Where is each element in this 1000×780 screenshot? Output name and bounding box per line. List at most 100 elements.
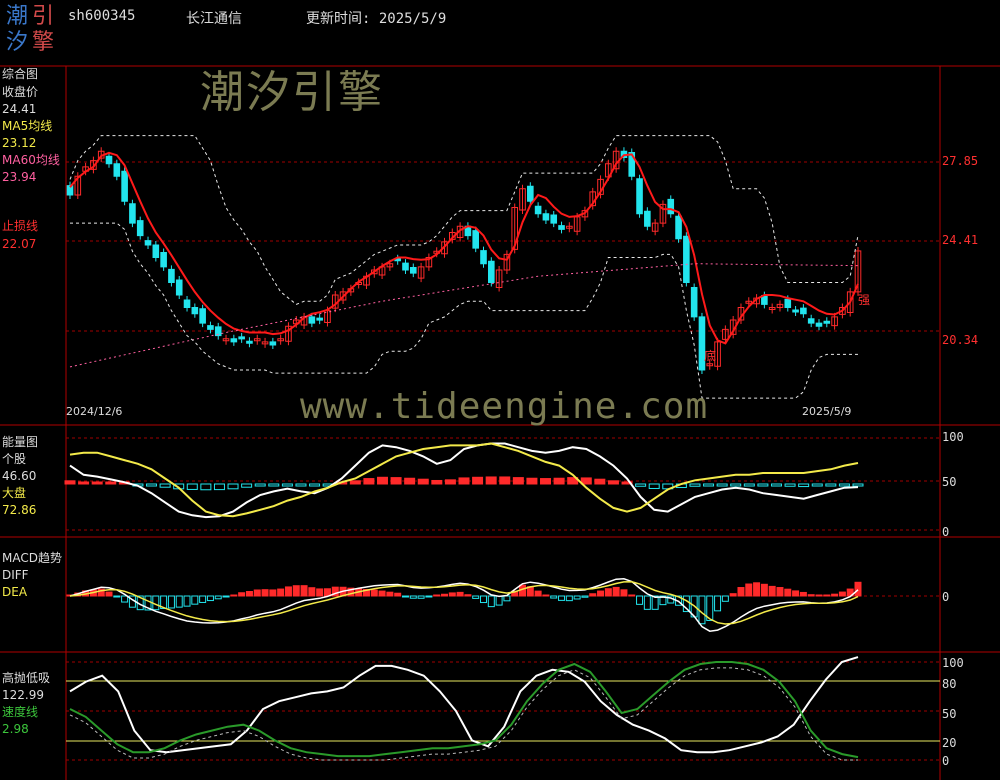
energy-bar [770,483,782,487]
macd-bar [542,594,550,597]
candle-body [160,252,167,268]
macd-bar [433,594,441,597]
candle-body [644,210,651,227]
energy-bar [553,477,565,485]
stock-code: sh600345 [68,8,136,24]
energy-bar [458,477,470,485]
energy-bar [349,480,361,485]
energy-bar [91,481,103,485]
energy-bar [472,476,484,485]
macd-bar [269,589,277,597]
candle-body [269,341,277,346]
energy-bar [64,480,76,485]
candle-body [784,298,792,308]
energy-market-label: 大盘 [2,486,27,500]
app-logo: 潮 引 汐 擎 [4,2,60,58]
macd-bar [745,583,753,597]
energy-bar [757,483,769,487]
macd-bar [417,595,425,599]
macd-bar [199,595,207,603]
osc-speed-value: 2.98 [2,722,29,736]
watermark-url: www.tideengine.com [300,386,709,427]
energy-bar [485,476,497,485]
macd-bar [175,595,183,608]
energy-bar [499,476,511,485]
macd-bar [815,594,823,597]
energy-bar [635,483,647,487]
candle-body [815,322,823,327]
macd-bar [558,595,566,601]
candle-body [792,309,799,313]
macd-bar [316,588,324,597]
macd-dea-label: DEA [2,585,28,599]
candle-body [472,230,480,249]
osc-tick: 80 [942,677,957,691]
macd-bar [472,595,480,599]
energy-bar [526,477,538,485]
candle-body [121,170,128,202]
energy-bar [594,478,606,485]
candle-body [823,320,831,324]
price-tick: 20.34 [942,333,979,347]
macd-bar [183,595,191,607]
macd-bar [604,588,612,597]
macd-title: MACD趋势 [2,551,62,565]
macd-bar [425,595,433,598]
macd-bar [386,591,394,597]
energy-market-value: 72.86 [2,503,37,517]
macd-bar [628,594,636,597]
watermark-brand: 潮汐引擎 [200,67,384,118]
macd-bar [300,585,308,597]
candle-body [675,215,682,240]
energy-tick: 50 [942,475,957,489]
candle-body [807,318,815,324]
macd-bar [308,587,316,597]
energy-bar [607,480,619,485]
osc-value: 122.99 [2,688,44,702]
candle-body [191,307,199,315]
macd-bar [643,595,651,610]
macd-bar [831,593,839,597]
energy-bar [390,477,402,485]
candle-body [199,308,206,324]
bottom-mark: 底 [704,349,717,363]
macd-bar [760,583,768,597]
energy-bar [540,478,552,485]
macd-bar [737,587,745,597]
ma5-value: 23.12 [2,136,37,150]
energy-tick: 0 [942,525,950,539]
macd-bar [245,590,253,597]
candle-body [667,198,675,215]
macd-bar [206,595,214,602]
ma60-value: 23.94 [2,170,37,184]
macd-bar [581,595,589,598]
energy-bar [404,477,416,485]
osc-speed-line [69,661,859,759]
macd-bar [222,595,230,598]
energy-bar [512,477,524,485]
candle-body [246,340,253,344]
ma60-line [69,263,859,368]
osc-tick: 50 [942,707,957,721]
macd-bar [464,594,472,597]
macd-bar [495,595,503,606]
candle-body [113,163,121,177]
energy-bar [444,479,456,485]
energy-bar [295,483,307,487]
macd-bar [292,585,300,597]
energy-bar [146,483,158,487]
macd-bar [394,592,402,597]
macd-bar [448,592,456,597]
osc-tick: 20 [942,736,957,750]
candle-body [558,225,565,230]
energy-bar [689,483,701,487]
macd-bar [792,590,800,597]
energy-bar [417,478,429,485]
energy-bar [281,483,293,487]
candle-body [207,325,214,330]
macd-bar [854,581,862,597]
update-time: 更新时间: 2025/5/9 [306,11,447,27]
energy-bar [227,483,239,490]
energy-bar [838,483,850,487]
energy-bar [186,483,198,490]
